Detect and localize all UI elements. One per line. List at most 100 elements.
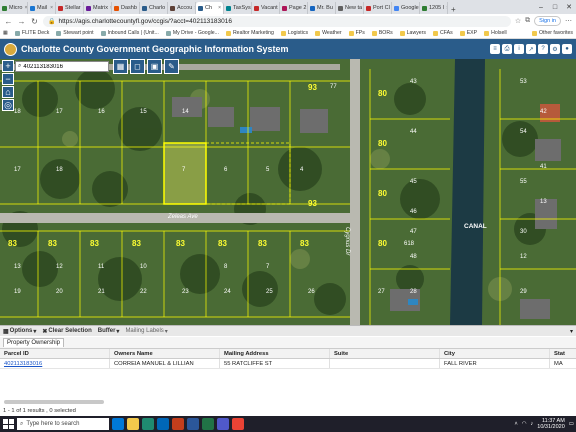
maximize-icon[interactable]: □ xyxy=(548,4,562,11)
browser-tab[interactable]: Mr. Bu× xyxy=(308,2,336,14)
file-explorer-icon[interactable] xyxy=(127,418,139,430)
bookmark-folder[interactable]: BORs xyxy=(371,30,393,36)
chrome-icon[interactable] xyxy=(232,418,244,430)
mailing-labels-menu[interactable]: Mailing Labels ▾ xyxy=(125,328,167,335)
taskbar-search[interactable]: ⌕ Type here to search xyxy=(17,418,109,430)
edge-browser-icon[interactable] xyxy=(142,418,154,430)
parcel-search[interactable]: ⌕ xyxy=(15,61,109,72)
browser-tab[interactable]: Page 2× xyxy=(280,2,308,14)
browser-tab[interactable]: Accou× xyxy=(168,2,196,14)
forward-icon[interactable]: → xyxy=(17,17,26,26)
user-icon[interactable]: ● xyxy=(562,44,572,54)
zoom-out-button[interactable]: − xyxy=(2,73,14,85)
locate-icon[interactable]: ◎ xyxy=(2,99,14,111)
search-icon[interactable]: ⌕ xyxy=(18,63,21,70)
browser-tab[interactable]: Port Cl× xyxy=(364,2,392,14)
bookmark-folder[interactable]: Realtor Marketing xyxy=(225,30,274,36)
bookmark-folder[interactable]: FPs xyxy=(348,30,365,36)
bookmark-folder[interactable]: EXP xyxy=(459,30,477,36)
sign-in-button[interactable]: Sign in xyxy=(534,16,561,26)
bookmark-folder[interactable]: Logistics xyxy=(280,30,308,36)
parcel-id-link[interactable]: 402113183016 xyxy=(0,359,110,368)
collections-icon[interactable]: ⧉ xyxy=(525,17,530,25)
bookmark-folder[interactable]: CFAs xyxy=(433,30,453,36)
new-tab-button[interactable]: + xyxy=(448,5,459,14)
map-view[interactable]: 83 83 83 83 83 83 83 83 93 93 80 80 80 18 17 16 15 14 17 18… xyxy=(0,59,576,325)
browser-tab[interactable]: Matrix× xyxy=(84,2,112,14)
minimize-icon[interactable]: – xyxy=(534,4,548,11)
close-tab-icon[interactable]: × xyxy=(218,5,221,11)
browser-tab[interactable]: Stellar× xyxy=(56,2,84,14)
browser-tab[interactable]: Dashb× xyxy=(112,2,140,14)
parcel-search-input[interactable] xyxy=(23,63,96,70)
close-window-icon[interactable]: ✕ xyxy=(562,3,576,11)
selected-parcel[interactable] xyxy=(163,142,207,205)
browser-tab[interactable]: TaxSys× xyxy=(224,2,252,14)
url-field[interactable]: 🔒 https://agis.charlottecountyfl.gov/ccg… xyxy=(43,15,511,27)
settings-icon[interactable]: ⚙ xyxy=(550,44,560,54)
more-menu-icon[interactable]: ⋯ xyxy=(565,17,572,25)
back-icon[interactable]: ← xyxy=(4,17,13,26)
column-header[interactable]: Parcel ID xyxy=(0,349,110,358)
browser-tab[interactable]: Ch × xyxy=(196,2,224,14)
wifi-icon[interactable]: ◠ xyxy=(522,421,527,427)
table-row[interactable]: 402113183016 CORREIA MANUEL & LILLIAN 55 R… xyxy=(0,359,576,369)
bookmark-folder[interactable]: Holsell xyxy=(484,30,507,36)
store-icon[interactable] xyxy=(157,418,169,430)
notification-icon[interactable]: ▭ xyxy=(569,421,574,427)
clock[interactable]: 11:37 AM 10/31/2020 xyxy=(537,418,565,430)
teams-icon[interactable] xyxy=(217,418,229,430)
info-icon[interactable]: i xyxy=(514,44,524,54)
column-header[interactable]: Mailing Address xyxy=(220,349,330,358)
measure-tool-icon[interactable]: ▣ xyxy=(147,59,162,74)
tray-arrow-icon[interactable]: ˄ xyxy=(514,421,517,427)
horizontal-scrollbar[interactable] xyxy=(4,400,104,404)
share-icon[interactable]: ↗ xyxy=(526,44,536,54)
browser-tab[interactable]: 1205 I× xyxy=(420,2,448,14)
task-view-icon[interactable] xyxy=(112,418,124,430)
tab-property-ownership[interactable]: Property Ownership xyxy=(3,338,65,347)
browser-tab[interactable]: New ta× xyxy=(336,2,364,14)
excel-icon[interactable] xyxy=(202,418,214,430)
bookmark-item[interactable]: FLITE Deck xyxy=(14,30,49,36)
bookmark-folder[interactable]: Lawyers xyxy=(399,30,426,36)
word-icon[interactable] xyxy=(187,418,199,430)
clear-selection-button[interactable]: ✖ Clear Selection xyxy=(42,328,91,335)
table-cell xyxy=(330,359,440,368)
aerial-map[interactable] xyxy=(0,59,576,325)
browser-tab[interactable]: Micro × xyxy=(0,2,28,14)
help-icon[interactable]: ? xyxy=(538,44,548,54)
grid-tool-icon[interactable]: ▦ xyxy=(113,59,128,74)
options-menu[interactable]: ▦ Options ▾ xyxy=(3,328,36,335)
column-header[interactable]: Suite xyxy=(330,349,440,358)
bookmark-item[interactable]: Stewart point xyxy=(56,30,94,36)
browser-tab[interactable]: Google× xyxy=(392,2,420,14)
collapse-panel-icon[interactable]: ▾ xyxy=(570,328,573,335)
select-tool-icon[interactable]: ◻ xyxy=(130,59,145,74)
column-header[interactable]: Owners Name xyxy=(110,349,220,358)
other-favorites-folder[interactable]: Other favorites xyxy=(531,30,573,36)
bookmark-item[interactable]: Inbound Calls | (Unit... xyxy=(100,30,159,36)
apps-icon[interactable]: ▦ xyxy=(3,30,8,36)
close-tab-icon[interactable]: × xyxy=(50,5,53,11)
office-icon[interactable] xyxy=(172,418,184,430)
reload-icon[interactable]: ↻ xyxy=(30,17,39,26)
browser-tab[interactable]: Charlo× xyxy=(140,2,168,14)
print-icon[interactable]: ⎙ xyxy=(502,44,512,54)
volume-icon[interactable]: ♪ xyxy=(531,421,534,427)
column-header[interactable]: City xyxy=(440,349,550,358)
windows-start-icon[interactable] xyxy=(2,418,14,430)
browser-tab[interactable]: Mail × xyxy=(28,2,56,14)
layers-icon[interactable]: ≡ xyxy=(490,44,500,54)
draw-tool-icon[interactable]: ✎ xyxy=(164,59,179,74)
column-header[interactable]: Stat xyxy=(550,349,576,358)
home-icon[interactable]: ⌂ xyxy=(2,86,14,98)
bookmark-folder[interactable]: Weather xyxy=(315,30,342,36)
street-label-zeleas: Zeleas Ave xyxy=(168,214,198,220)
buffer-menu[interactable]: Buffer ▾ xyxy=(98,328,120,335)
bookmark-item[interactable]: My Drive - Google... xyxy=(165,30,219,36)
zoom-in-button[interactable]: + xyxy=(2,60,14,72)
star-icon[interactable]: ☆ xyxy=(515,17,521,25)
close-tab-icon[interactable]: × xyxy=(24,5,27,11)
browser-tab[interactable]: Vacant× xyxy=(252,2,280,14)
